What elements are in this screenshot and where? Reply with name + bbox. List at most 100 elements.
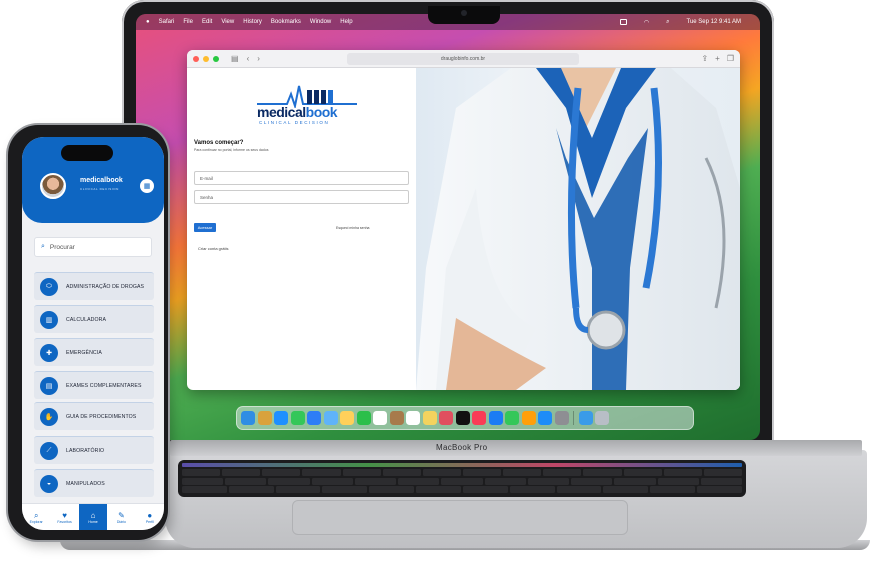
browser-toolbar: ▤ ‹ › drauglobinfo.com.br ⇪ + ❐	[187, 50, 740, 68]
menu-item-drug-administration[interactable]: ⬭ ADMINISTRAÇÃO DE DROGAS	[34, 272, 154, 300]
pill-icon: ⬭	[40, 277, 58, 296]
forgot-password-link[interactable]: Esqueci minha senha	[336, 226, 369, 230]
facetime-icon[interactable]	[356, 411, 371, 425]
mortar-icon: ◒	[40, 474, 58, 493]
signup-link[interactable]: Criar conta grátis	[198, 246, 228, 251]
laptop-hinge	[170, 440, 862, 456]
app-store-icon[interactable]	[538, 411, 552, 425]
forward-icon[interactable]: ›	[257, 54, 260, 63]
login-button[interactable]: Acessar	[194, 223, 216, 232]
doctor-illustration	[416, 68, 740, 390]
search-icon: ⌕	[41, 243, 45, 250]
pages-icon[interactable]	[521, 411, 536, 425]
menu-safari[interactable]: Safari	[159, 19, 175, 25]
menu-bookmarks[interactable]: Bookmarks	[271, 19, 301, 25]
freeform-icon[interactable]	[439, 411, 453, 425]
tab-favorites[interactable]: ♥ Favoritos	[50, 504, 78, 530]
settings-icon[interactable]	[554, 411, 569, 425]
menu-item-exams[interactable]: ▤ EXAMES COMPLEMENTARES	[34, 371, 154, 399]
app-logo-tagline: CLINICAL DECISION	[80, 187, 119, 191]
phone-screen: medicalbook CLINICAL DECISION ▦ ⌕ Procur…	[22, 137, 164, 530]
sidebar-icon[interactable]: ▤	[231, 54, 239, 63]
battery-icon[interactable]	[619, 19, 627, 25]
heart-icon: ♥	[62, 510, 67, 520]
menu-file[interactable]: File	[183, 19, 193, 25]
new-tab-icon[interactable]: +	[715, 54, 720, 63]
login-subtitle: Para continuar no portal, informe os seu…	[194, 148, 269, 152]
login-title: Vamos começar?	[194, 140, 244, 146]
menu-window[interactable]: Window	[310, 19, 331, 25]
trash-icon[interactable]	[595, 411, 609, 425]
logo-wordmark: medicalbook	[257, 104, 338, 120]
menu-help[interactable]: Help	[340, 19, 352, 25]
finder-icon[interactable]	[241, 411, 255, 425]
search-input[interactable]: ⌕ Procurar	[34, 237, 152, 257]
search-icon: ⌕	[33, 510, 39, 520]
login-panel: medicalbook CLINICAL DECISION Vamos come…	[187, 68, 416, 390]
password-field[interactable]: Senha	[194, 190, 409, 204]
menu-item-emergency[interactable]: ✚ EMERGÊNCIA	[34, 338, 154, 366]
url-text: drauglobinfo.com.br	[440, 56, 486, 62]
dock-separator	[573, 411, 574, 425]
tab-diary[interactable]: ✎ Diário	[107, 504, 135, 530]
dynamic-island	[61, 145, 113, 161]
tab-home[interactable]: ⌂ Home	[78, 504, 108, 530]
qr-code-button[interactable]: ▦	[140, 179, 154, 193]
menu-item-laboratory[interactable]: ⟋ LABORATÓRIO	[34, 436, 154, 464]
downloads-folder-icon[interactable]	[578, 411, 593, 425]
user-icon: ●	[147, 510, 153, 520]
camera-icon	[461, 10, 467, 16]
search-icon[interactable]: ⌕	[666, 19, 669, 26]
photos-icon[interactable]	[340, 411, 354, 425]
apple-icon[interactable]: ●	[146, 19, 150, 25]
music-icon[interactable]	[472, 411, 486, 425]
launchpad-icon[interactable]	[257, 411, 272, 425]
notes-icon[interactable]	[422, 411, 437, 425]
logo-tagline: CLINICAL DECISION	[259, 120, 330, 125]
wifi-icon[interactable]: ◠	[644, 19, 649, 26]
safari-icon[interactable]	[274, 411, 288, 425]
tab-profile[interactable]: ● Perfil	[136, 504, 164, 530]
minimize-window-button[interactable]	[203, 55, 209, 62]
menu-item-compounded[interactable]: ◒ MANIPULADOS	[34, 469, 154, 497]
url-bar[interactable]: drauglobinfo.com.br	[347, 53, 579, 65]
messages-icon[interactable]	[290, 411, 305, 425]
calculator-icon: ▥	[40, 310, 58, 329]
share-icon[interactable]: ⇪	[701, 54, 708, 63]
touch-bar	[182, 463, 742, 467]
email-field[interactable]: E-mail	[194, 171, 409, 185]
keynote-icon[interactable]	[488, 411, 503, 425]
medicalbook-logo: medicalbook CLINICAL DECISION	[257, 84, 357, 129]
contacts-icon[interactable]	[389, 411, 404, 425]
bottom-tab-bar: ⌕ Explorar ♥ Favoritos ⌂ Home ✎ Diário ● Perf…	[22, 503, 164, 530]
close-window-button[interactable]	[193, 55, 199, 62]
menu-edit[interactable]: Edit	[202, 19, 212, 25]
avatar[interactable]	[40, 173, 66, 199]
laptop-screen: ● Safari File Edit View History Bookmark…	[136, 14, 760, 440]
tv-icon[interactable]	[455, 411, 470, 425]
tab-explore[interactable]: ⌕ Explorar	[22, 504, 50, 530]
menu-item-calculator[interactable]: ▥ CALCULADORA	[34, 305, 154, 333]
menu-item-procedures[interactable]: ✋ GUIA DE PROCEDIMENTOS	[34, 402, 154, 430]
zoom-window-button[interactable]	[213, 55, 219, 62]
back-icon[interactable]: ‹	[247, 54, 250, 63]
maps-icon[interactable]	[323, 411, 338, 425]
mail-icon[interactable]	[307, 411, 321, 425]
calendar-icon[interactable]	[373, 411, 387, 425]
doctor-photo	[416, 68, 740, 390]
hand-icon: ✋	[40, 407, 58, 426]
keyboard	[178, 460, 746, 497]
notebook-icon: ✎	[118, 510, 125, 520]
document-icon: ▤	[40, 376, 58, 395]
menubar-clock[interactable]: Tue Sep 12 9:41 AM	[687, 19, 741, 25]
laptop-brand: MacBook Pro	[436, 443, 488, 452]
test-tube-icon: ⟋	[40, 441, 58, 460]
menu-view[interactable]: View	[221, 19, 234, 25]
tabs-overview-icon[interactable]: ❐	[727, 54, 734, 63]
menu-history[interactable]: History	[243, 19, 262, 25]
safari-window: ▤ ‹ › drauglobinfo.com.br ⇪ + ❐ medicalb…	[187, 50, 740, 390]
trackpad[interactable]	[292, 500, 628, 535]
numbers-icon[interactable]	[505, 411, 519, 425]
reminders-icon[interactable]	[406, 411, 420, 425]
mac-dock	[236, 406, 694, 430]
